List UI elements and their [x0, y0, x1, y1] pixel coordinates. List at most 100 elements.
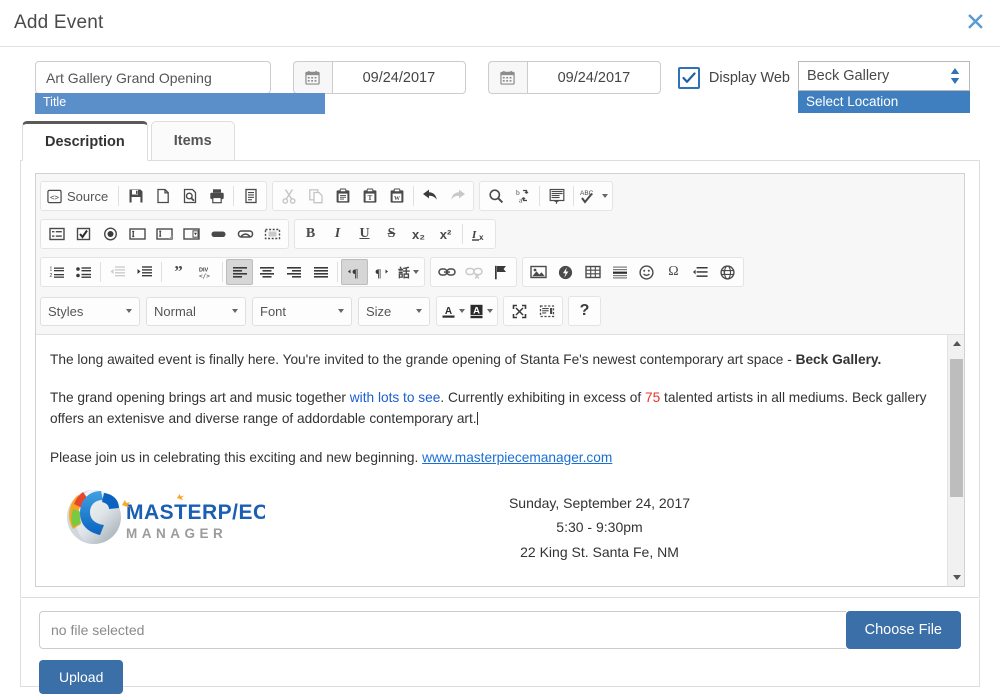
chevron-down-icon[interactable]: [459, 309, 465, 313]
scrollbar-thumb[interactable]: [950, 359, 963, 497]
tab-items[interactable]: Items: [150, 121, 235, 161]
flash-icon[interactable]: [552, 259, 579, 285]
form-icon[interactable]: [43, 221, 70, 247]
styles-dropdown[interactable]: Styles: [40, 296, 140, 326]
spinner-up-down-icon[interactable]: [950, 68, 960, 84]
superscript-icon[interactable]: x²: [432, 221, 459, 247]
find-icon[interactable]: [482, 183, 509, 209]
link-icon[interactable]: [433, 259, 460, 285]
align-center-icon[interactable]: [253, 259, 280, 285]
chevron-down-icon[interactable]: [602, 194, 609, 198]
scroll-up-arrow-icon[interactable]: [948, 335, 964, 352]
background-color-icon[interactable]: A: [467, 298, 495, 324]
strike-icon[interactable]: S: [378, 221, 405, 247]
horizontal-rule-icon[interactable]: [606, 259, 633, 285]
blockquote-icon[interactable]: ”: [165, 259, 192, 285]
upload-button[interactable]: Upload: [39, 660, 124, 694]
button-icon[interactable]: [205, 221, 232, 247]
remove-format-icon[interactable]: Ix: [466, 221, 493, 247]
paste-icon[interactable]: [329, 183, 356, 209]
show-blocks-icon[interactable]: [533, 298, 560, 324]
save-icon[interactable]: [122, 183, 149, 209]
close-icon[interactable]: ✕: [965, 10, 986, 36]
unlink-icon[interactable]: [460, 259, 487, 285]
numbered-list-icon[interactable]: 12: [43, 259, 70, 285]
justify-icon[interactable]: [307, 259, 334, 285]
inline-link-website[interactable]: www.masterpiecemanager.com: [422, 450, 612, 465]
special-char-icon[interactable]: Ω: [660, 259, 687, 285]
scroll-down-arrow-icon[interactable]: [948, 569, 964, 586]
cut-icon[interactable]: [275, 183, 302, 209]
underline-icon[interactable]: U: [351, 221, 378, 247]
spellcheck-icon[interactable]: ABC: [577, 183, 610, 209]
format-dropdown[interactable]: Normal: [146, 296, 246, 326]
new-page-icon[interactable]: [149, 183, 176, 209]
help-icon[interactable]: ?: [571, 298, 598, 324]
language-icon[interactable]: 話: [395, 259, 422, 285]
image-icon[interactable]: [525, 259, 552, 285]
italic-icon[interactable]: I: [324, 221, 351, 247]
text-direction-rtl-icon[interactable]: ¶: [368, 259, 395, 285]
align-right-icon[interactable]: [280, 259, 307, 285]
select-field-icon[interactable]: [178, 221, 205, 247]
preview-icon[interactable]: [176, 183, 203, 209]
subscript-icon[interactable]: x₂: [405, 221, 432, 247]
chevron-down-icon[interactable]: [487, 309, 493, 313]
text-field-icon[interactable]: [124, 221, 151, 247]
bold-icon[interactable]: B: [297, 221, 324, 247]
redo-icon[interactable]: [444, 183, 471, 209]
start-date-input[interactable]: [331, 61, 466, 94]
location-select-option[interactable]: Select Location: [798, 91, 970, 113]
page-break-icon[interactable]: [687, 259, 714, 285]
editor-document[interactable]: The long awaited event is finally here. …: [36, 335, 964, 564]
calendar-icon[interactable]: [292, 61, 332, 94]
templates-icon[interactable]: [237, 183, 264, 209]
iframe-icon[interactable]: [714, 259, 741, 285]
source-icon[interactable]: <> Source: [43, 183, 115, 209]
maximize-icon[interactable]: [506, 298, 533, 324]
chevron-down-icon[interactable]: [413, 270, 419, 274]
tab-description[interactable]: Description: [22, 121, 148, 161]
image-button-icon[interactable]: [232, 221, 259, 247]
calendar-icon[interactable]: [487, 61, 527, 94]
bulleted-list-icon[interactable]: [70, 259, 97, 285]
chevron-down-icon[interactable]: [232, 309, 238, 313]
title-input[interactable]: [35, 61, 271, 94]
select-all-icon[interactable]: [543, 183, 570, 209]
table-icon[interactable]: [579, 259, 606, 285]
anchor-icon[interactable]: [487, 259, 514, 285]
display-web-checkbox[interactable]: [677, 66, 700, 89]
end-date-input[interactable]: [526, 61, 661, 94]
editor-vertical-scrollbar[interactable]: [947, 335, 964, 586]
paste-word-icon[interactable]: W: [383, 183, 410, 209]
chevron-down-icon[interactable]: [126, 309, 132, 313]
file-name-display[interactable]: no file selected: [39, 611, 846, 649]
hidden-field-icon[interactable]: [259, 221, 286, 247]
colors-group: A A: [436, 296, 498, 326]
paste-text-icon[interactable]: T: [356, 183, 383, 209]
font-dropdown[interactable]: Font: [252, 296, 352, 326]
radio-icon[interactable]: [97, 221, 124, 247]
undo-icon[interactable]: [417, 183, 444, 209]
replace-icon[interactable]: ba: [509, 183, 536, 209]
align-left-icon[interactable]: [226, 259, 253, 285]
choose-file-button[interactable]: Choose File: [845, 611, 961, 649]
chevron-down-icon[interactable]: [416, 309, 422, 313]
text-color-icon[interactable]: A: [439, 298, 467, 324]
div-container-icon[interactable]: DIV </>: [192, 259, 219, 285]
smiley-icon[interactable]: [633, 259, 660, 285]
chevron-down-icon[interactable]: [338, 309, 344, 313]
outdent-icon[interactable]: [104, 259, 131, 285]
location-select[interactable]: Beck Gallery: [798, 61, 970, 91]
print-icon[interactable]: [203, 183, 230, 209]
editor-content-area[interactable]: The long awaited event is finally here. …: [36, 335, 964, 586]
event-form-row: Title: [0, 47, 1000, 114]
indent-icon[interactable]: [131, 259, 158, 285]
checkbox-icon[interactable]: [70, 221, 97, 247]
size-dropdown[interactable]: Size: [358, 296, 430, 326]
inline-link-lots-to-see[interactable]: with lots to see: [350, 390, 441, 405]
text-direction-ltr-icon[interactable]: ¶: [341, 259, 368, 285]
textarea-icon[interactable]: [151, 221, 178, 247]
svg-text:x: x: [479, 233, 484, 242]
copy-icon[interactable]: [302, 183, 329, 209]
